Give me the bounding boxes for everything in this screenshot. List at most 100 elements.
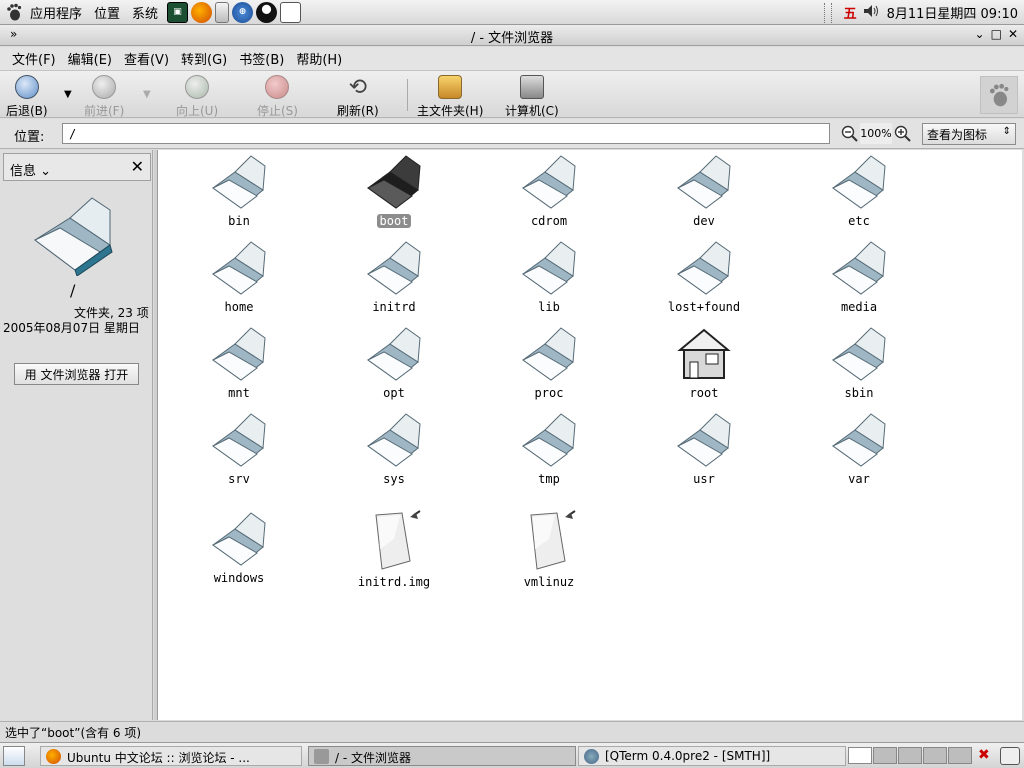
close-window-icon[interactable]: ✕: [1008, 27, 1018, 41]
firefox-launcher-icon[interactable]: [191, 1, 213, 23]
folder-icon: [209, 152, 269, 210]
folder-link-icon: [519, 152, 579, 210]
folder-icon: [519, 410, 579, 468]
file-label: home: [224, 300, 254, 314]
shade-icon[interactable]: ⌄: [975, 27, 985, 41]
gnome-foot-icon[interactable]: [4, 2, 24, 22]
file-item-root[interactable]: root: [639, 324, 769, 400]
home-folder-icon: [438, 75, 463, 99]
menu-edit[interactable]: 编辑(E): [62, 49, 118, 68]
location-label: 位置:: [14, 130, 45, 145]
reload-button[interactable]: ⟲ 刷新(R): [337, 75, 379, 119]
folder-icon: [209, 410, 269, 468]
computer-icon: [519, 75, 544, 99]
qterm-task-icon: [584, 749, 599, 764]
file-item-cdrom[interactable]: cdrom: [484, 152, 614, 228]
file-label: lib: [538, 300, 560, 314]
file-item-lost-found[interactable]: lost+found: [639, 238, 769, 314]
workspace-1[interactable]: [848, 747, 872, 764]
file-item-opt[interactable]: opt: [329, 324, 459, 400]
task-label: / - 文件浏览器: [335, 751, 412, 765]
maximize-icon[interactable]: □: [991, 27, 1002, 41]
qq-penguin-launcher-icon[interactable]: [256, 1, 278, 23]
taskbar-item-qterm[interactable]: [QTerm 0.4.0pre2 - [SMTH]]: [578, 746, 846, 766]
file-item-initrd[interactable]: initrd: [329, 238, 459, 314]
menu-file[interactable]: 文件(F): [6, 49, 62, 68]
trash-icon[interactable]: ✖: [978, 747, 996, 765]
tray-handle[interactable]: [823, 2, 832, 23]
workspace-5[interactable]: [948, 747, 972, 764]
office-launcher-icon[interactable]: [215, 1, 230, 23]
folder-icon: [519, 324, 579, 382]
file-item-windows[interactable]: windows: [174, 509, 304, 585]
workspace-3[interactable]: [898, 747, 922, 764]
file-item-srv[interactable]: srv: [174, 410, 304, 486]
show-desktop-icon[interactable]: [3, 746, 25, 766]
window-launcher-icon[interactable]: [280, 1, 302, 23]
file-label: cdrom: [530, 214, 568, 228]
file-item-dev[interactable]: dev: [639, 152, 769, 228]
location-input[interactable]: [62, 123, 830, 144]
icon-view[interactable]: bin boot cdrom dev etc home initrd lib l…: [158, 150, 1022, 720]
trash-can-icon[interactable]: [1000, 747, 1020, 765]
file-item-proc[interactable]: proc: [484, 324, 614, 400]
network-launcher-icon[interactable]: ⊕: [232, 1, 254, 23]
view-as-select[interactable]: 查看为图标 ⇕: [922, 123, 1016, 145]
workspace-2[interactable]: [873, 747, 897, 764]
open-with-button[interactable]: 用 文件浏览器 打开: [14, 363, 139, 385]
menu-applications[interactable]: 应用程序: [24, 3, 88, 22]
file-item-usr[interactable]: usr: [639, 410, 769, 486]
forward-button[interactable]: 前进(F): [84, 75, 124, 119]
folder-icon: [364, 410, 424, 468]
activity-throbber-icon: [980, 76, 1018, 114]
taskbar-item-file-browser[interactable]: / - 文件浏览器: [308, 746, 576, 766]
menu-bookmarks[interactable]: 书签(B): [233, 49, 290, 68]
side-pane-selector[interactable]: 信息 ⌄: [10, 160, 51, 179]
file-label: vmlinuz: [523, 575, 575, 589]
file-item-home[interactable]: home: [174, 238, 304, 314]
file-item-sbin[interactable]: sbin: [794, 324, 924, 400]
file-label: root: [689, 386, 719, 400]
folder-icon: [209, 238, 269, 296]
zoom-level[interactable]: 100%: [860, 123, 892, 144]
file-item-etc[interactable]: etc: [794, 152, 924, 228]
clock[interactable]: 8月11日星期四 09:10: [887, 3, 1018, 22]
up-button[interactable]: 向上(U): [176, 75, 218, 119]
menu-places[interactable]: 位置: [88, 3, 126, 22]
close-sidepane-icon[interactable]: ✕: [131, 157, 144, 176]
file-item-initrd-img[interactable]: initrd.img: [329, 509, 459, 589]
window-titlebar[interactable]: » / - 文件浏览器 ⌄ □ ✕: [0, 25, 1024, 46]
workspace-4[interactable]: [923, 747, 947, 764]
file-item-mnt[interactable]: mnt: [174, 324, 304, 400]
volume-icon[interactable]: [863, 4, 881, 22]
up-arrow-icon: [185, 75, 210, 99]
terminal-launcher-icon[interactable]: ▣: [167, 1, 189, 23]
computer-label: 计算机(C): [505, 104, 559, 118]
back-button[interactable]: 后退(B): [6, 75, 48, 119]
file-item-tmp[interactable]: tmp: [484, 410, 614, 486]
forward-history-dropdown-icon[interactable]: ▼: [143, 89, 151, 100]
input-method-indicator[interactable]: 五: [844, 3, 857, 22]
folder-icon: [829, 152, 889, 210]
computer-button[interactable]: 计算机(C): [505, 75, 559, 119]
file-item-bin[interactable]: bin: [174, 152, 304, 228]
menu-view[interactable]: 查看(V): [118, 49, 175, 68]
zoom-out-icon[interactable]: [841, 125, 859, 143]
stop-button[interactable]: 停止(S): [257, 75, 298, 119]
file-browser-task-icon: [314, 749, 329, 764]
menu-system[interactable]: 系统: [126, 3, 164, 22]
file-label: media: [840, 300, 878, 314]
menu-go[interactable]: 转到(G): [175, 49, 233, 68]
back-history-dropdown-icon[interactable]: ▼: [64, 89, 72, 100]
zoom-in-icon[interactable]: [894, 125, 912, 143]
file-item-lib[interactable]: lib: [484, 238, 614, 314]
file-item-sys[interactable]: sys: [329, 410, 459, 486]
file-label: opt: [383, 386, 405, 400]
file-item-boot[interactable]: boot: [329, 152, 459, 228]
file-item-media[interactable]: media: [794, 238, 924, 314]
home-button[interactable]: 主文件夹(H): [417, 75, 483, 119]
file-item-vmlinuz[interactable]: vmlinuz: [484, 509, 614, 589]
file-item-var[interactable]: var: [794, 410, 924, 486]
menu-help[interactable]: 帮助(H): [290, 49, 348, 68]
taskbar-item-firefox[interactable]: Ubuntu 中文论坛 :: 浏览论坛 - ...: [40, 746, 302, 766]
